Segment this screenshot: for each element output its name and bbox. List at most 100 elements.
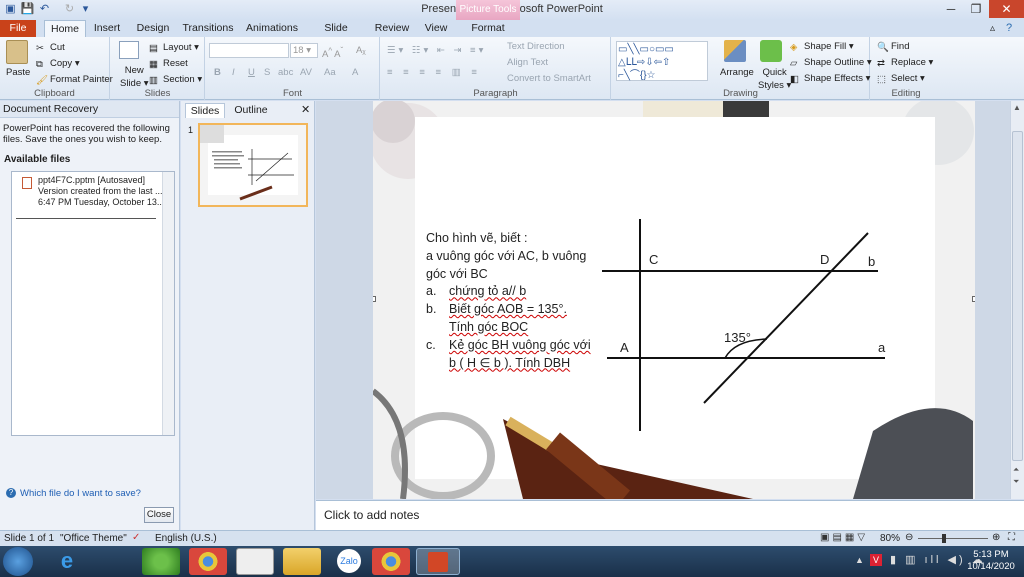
section-button[interactable]: Section: [163, 74, 195, 85]
which-file-help-link[interactable]: Which file do I want to save?: [20, 488, 141, 499]
tab-file[interactable]: File: [0, 20, 36, 37]
tab-format[interactable]: Format: [464, 20, 512, 37]
grow-font-button[interactable]: A^ Aˇ: [322, 44, 343, 61]
underline-button[interactable]: U: [248, 66, 255, 79]
format-painter-button[interactable]: Format Painter: [50, 74, 113, 85]
view-buttons[interactable]: ▣▤▦▽: [820, 532, 868, 543]
layout-button[interactable]: Layout: [163, 42, 192, 53]
find-icon: 🔍: [877, 42, 889, 53]
show-hidden-icons[interactable]: ▲: [855, 555, 864, 565]
reset-button[interactable]: Reset: [163, 58, 188, 69]
tab-review[interactable]: Review: [373, 20, 411, 37]
replace-button[interactable]: Replace: [891, 57, 926, 68]
tab-animations[interactable]: Animations: [246, 20, 298, 37]
minimize-button[interactable]: ─: [938, 0, 964, 18]
scroll-thumb[interactable]: [1012, 131, 1023, 461]
file-list-scrollbar[interactable]: [162, 172, 174, 435]
editor-vertical-scrollbar[interactable]: ▲ ⏶ ⏷: [1010, 101, 1024, 499]
align-text-button[interactable]: Align Text: [507, 56, 548, 69]
paragraph-group-label: Paragraph: [473, 88, 518, 99]
font-group: 18 ▾ A^ Aˇ Aᵪ B I U S abc AV Aa A Font: [206, 37, 380, 100]
language-indicator[interactable]: English (U.S.): [155, 533, 217, 544]
zoom-in-icon[interactable]: ⊕: [992, 532, 1000, 543]
shape-effects-button[interactable]: Shape Effects: [804, 73, 863, 84]
transversal-line: [703, 232, 869, 404]
tab-design[interactable]: Design: [134, 20, 172, 37]
find-button[interactable]: Find: [891, 41, 909, 52]
theme-name[interactable]: "Office Theme": [60, 533, 127, 544]
chrome-icon-2[interactable]: [372, 548, 410, 575]
convert-smartart-button[interactable]: Convert to SmartArt: [507, 72, 591, 85]
bold-button[interactable]: B: [214, 66, 221, 79]
zoom-slider[interactable]: [918, 538, 988, 539]
start-button[interactable]: [3, 547, 33, 576]
paste-button[interactable]: Paste: [6, 66, 30, 79]
slide-thumbnail[interactable]: [198, 123, 308, 207]
recovery-close-button[interactable]: Close: [144, 507, 174, 523]
cut-button[interactable]: Cut: [50, 42, 65, 53]
zalo-icon[interactable]: Zalo: [337, 549, 361, 573]
list-buttons[interactable]: ☰▾ ☷▾ ⇤ ⇥ ≡▾: [387, 44, 486, 57]
tab-insert[interactable]: Insert: [90, 20, 124, 37]
font-name-dropdown[interactable]: [209, 43, 289, 58]
green-app-icon[interactable]: [142, 548, 180, 575]
tab-outline-pane[interactable]: Outline: [229, 103, 273, 118]
change-case-button[interactable]: Aa: [324, 66, 336, 79]
font-color-button[interactable]: A: [352, 66, 358, 79]
select-button[interactable]: Select: [891, 73, 917, 84]
shadow-button[interactable]: abc: [278, 66, 293, 79]
chrome-icon[interactable]: [189, 548, 227, 575]
recovered-file-item[interactable]: ppt4F7C.pptm [Autosaved] Version created…: [38, 175, 166, 208]
shape-outline-button[interactable]: Shape Outline: [804, 57, 864, 68]
slides-group: New Slide ▾ ▤ Layout ▾ ▦ Reset ▥ Section ▾ S…: [111, 37, 205, 100]
title-bar: ▣ 💾 ↶ ↻ ▾ Presentation1 - Microsoft Powe…: [0, 0, 1024, 20]
tab-slides-pane[interactable]: Slides: [185, 103, 225, 118]
antivirus-tray-icon[interactable]: V: [870, 554, 882, 566]
file-explorer-icon[interactable]: [283, 548, 321, 575]
font-size-dropdown[interactable]: 18 ▾: [290, 43, 318, 58]
resize-handle-right[interactable]: [972, 296, 975, 302]
copy-button[interactable]: Copy: [50, 58, 72, 69]
spellcheck-icon[interactable]: ✓: [132, 532, 140, 543]
clipboard-group: Paste ✂ Cut ⧉ Copy ▾ 🖌 Format Painter Clipb…: [0, 37, 113, 100]
tab-slide-show[interactable]: Slide Show: [311, 20, 361, 51]
slide-canvas[interactable]: Cho hình vẽ, biết : a vuông góc với AC, …: [373, 101, 975, 499]
italic-button[interactable]: I: [232, 66, 235, 79]
document-app-icon[interactable]: [236, 548, 274, 575]
slide-count: Slide 1 of 1: [4, 533, 55, 544]
tab-view[interactable]: View: [421, 20, 451, 37]
clock[interactable]: 5:13 PM 10/14/2020: [963, 549, 1019, 573]
minimize-ribbon-icon[interactable]: ▵: [990, 23, 995, 34]
geometry-figure[interactable]: C D b A a 135°: [593, 211, 893, 436]
resize-handle-left[interactable]: [373, 296, 376, 302]
shape-fill-button[interactable]: Shape Fill: [804, 41, 846, 52]
problem-text-box[interactable]: Cho hình vẽ, biết : a vuông góc với AC, …: [426, 230, 606, 372]
shapes-gallery[interactable]: ▭╲╲▭○▭▭ △ᒪᒪ⇨⇩⇦⇧ ⌐╲⌒{}☆: [616, 41, 708, 81]
scroll-up-icon[interactable]: ▲: [1013, 103, 1021, 112]
thumbnail-preview-icon: [200, 125, 306, 205]
section-icon: ▥: [149, 75, 158, 86]
zoom-slider-thumb[interactable]: [942, 534, 946, 543]
tab-transitions[interactable]: Transitions: [182, 20, 234, 37]
character-spacing-button[interactable]: AV: [300, 66, 312, 79]
powerpoint-taskbar-button[interactable]: [416, 548, 460, 575]
notes-pane[interactable]: Click to add notes: [316, 500, 1024, 530]
clear-formatting-button[interactable]: Aᵪ: [356, 44, 366, 57]
tab-home[interactable]: Home: [44, 20, 86, 37]
strikethrough-button[interactable]: S: [264, 66, 270, 79]
close-pane-icon[interactable]: ✕: [301, 103, 310, 116]
zoom-level[interactable]: 80%: [880, 533, 900, 544]
arrange-button[interactable]: Arrange: [720, 66, 754, 79]
zoom-out-icon[interactable]: ⊖: [905, 532, 913, 543]
internet-explorer-icon[interactable]: e: [48, 548, 86, 575]
prev-slide-icon[interactable]: ⏶: [1013, 465, 1019, 475]
help-icon[interactable]: ?: [1006, 22, 1012, 34]
fit-to-window-icon[interactable]: ⛶: [1008, 532, 1015, 543]
close-window-button[interactable]: ✕: [989, 0, 1024, 18]
recovered-files-list: ppt4F7C.pptm [Autosaved] Version created…: [11, 171, 175, 436]
alignment-buttons[interactable]: ≡ ≡ ≡ ≡ ▥ ≡: [387, 66, 481, 79]
restore-button[interactable]: ❐: [963, 0, 989, 18]
next-slide-icon[interactable]: ⏷: [1013, 477, 1019, 487]
text-direction-button[interactable]: Text Direction: [507, 40, 565, 53]
new-slide-button[interactable]: New Slide ▾: [120, 64, 149, 90]
